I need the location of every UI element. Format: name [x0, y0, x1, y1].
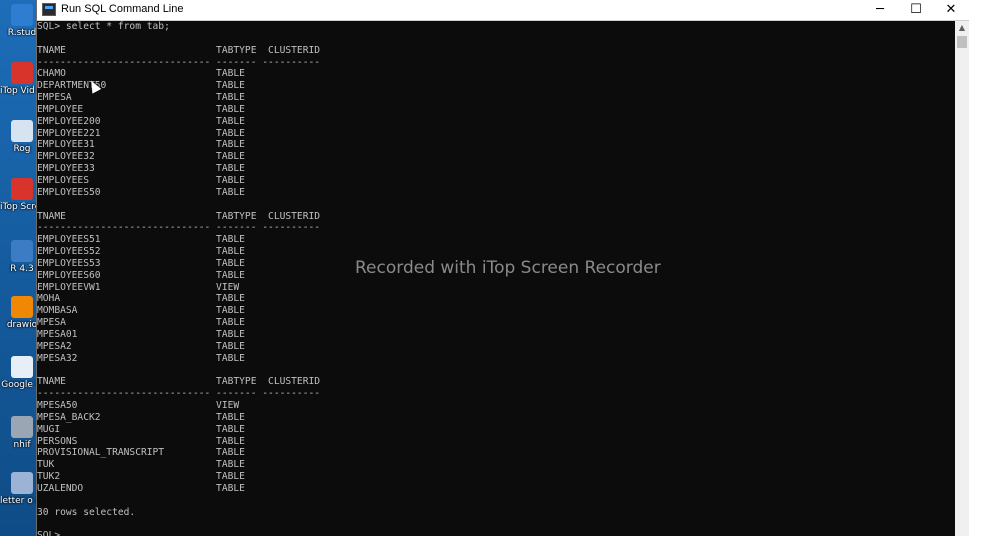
console-line: EMPESA TABLE	[37, 92, 245, 104]
drawio-icon	[11, 296, 33, 318]
console-line: MUGI TABLE	[37, 423, 245, 435]
console-line: EMPLOYEEVW1 VIEW	[37, 281, 240, 293]
scroll-thumb[interactable]	[957, 36, 967, 48]
console-line: ------------------------------ ------- -…	[37, 56, 321, 68]
console-line: EMPLOYEE TABLE	[37, 103, 245, 115]
close-button[interactable]: ✕	[934, 0, 968, 20]
itop-video-editor-icon	[11, 62, 33, 84]
file-icon	[11, 120, 33, 142]
console-line: TNAME TABTYPE CLUSTERID	[37, 376, 321, 388]
recorder-watermark: Recorded with iTop Screen Recorder	[355, 258, 661, 278]
console-line: PERSONS TABLE	[37, 435, 245, 447]
console-line: EMPLOYEE32 TABLE	[37, 151, 245, 163]
itop-screen-recorder-icon	[11, 178, 33, 200]
console-line: TNAME TABTYPE CLUSTERID	[37, 210, 321, 222]
console-line: 30 rows selected.	[37, 506, 136, 518]
console-text: SQL> select * from tab; TNAME TABTYPE CL…	[37, 21, 955, 536]
console-line: MOMBASA TABLE	[37, 305, 245, 317]
console-line: EMPLOYEES53 TABLE	[37, 257, 245, 269]
console-line: EMPLOYEE31 TABLE	[37, 139, 245, 151]
console-line: ------------------------------ ------- -…	[37, 222, 321, 234]
console-line: EMPLOYEES TABLE	[37, 174, 245, 186]
console-line: EMPLOYEES60 TABLE	[37, 269, 245, 281]
console-line: EMPLOYEE221 TABLE	[37, 127, 245, 139]
terminal-app-icon	[42, 3, 56, 16]
console-line: MPESA32 TABLE	[37, 352, 245, 364]
vertical-scrollbar[interactable]: ▲	[955, 21, 969, 536]
window-title: Run SQL Command Line	[61, 3, 184, 15]
title-bar[interactable]: Run SQL Command Line ─ ☐ ✕	[37, 0, 969, 21]
document-icon	[11, 472, 33, 494]
console-line: SQL> select * from tab;	[37, 21, 170, 32]
desktop-right-strip	[968, 0, 1000, 536]
console-line: DEPARTMENT50 TABLE	[37, 80, 245, 92]
console-line: ------------------------------ ------- -…	[37, 388, 321, 400]
folder-icon	[11, 416, 33, 438]
scroll-up-arrow-icon[interactable]: ▲	[955, 21, 969, 35]
console-line: EMPLOYEES52 TABLE	[37, 246, 245, 258]
console-line: MPESA01 TABLE	[37, 328, 245, 340]
google-drive-icon	[11, 356, 33, 378]
console-line: TNAME TABTYPE CLUSTERID	[37, 44, 321, 56]
console-line: EMPLOYEE200 TABLE	[37, 115, 245, 127]
console-output[interactable]: SQL> select * from tab; TNAME TABTYPE CL…	[37, 21, 955, 536]
console-line: TUK2 TABLE	[37, 471, 245, 483]
console-line: EMPLOYEES51 TABLE	[37, 234, 245, 246]
console-line: MPESA TABLE	[37, 317, 245, 329]
console-line: TUK TABLE	[37, 459, 245, 471]
console-line: CHAMO TABLE	[37, 68, 245, 80]
console-line: SQL>	[37, 530, 61, 536]
console-line: PROVISIONAL_TRANSCRIPT TABLE	[37, 447, 245, 459]
r-icon	[11, 240, 33, 262]
console-line: MPESA50 VIEW	[37, 400, 240, 411]
console-line: EMPLOYEES50 TABLE	[37, 186, 245, 198]
console-line: MOHA TABLE	[37, 293, 245, 305]
console-line: MPESA_BACK2 TABLE	[37, 411, 245, 423]
minimize-button[interactable]: ─	[863, 0, 897, 20]
r-studio-icon	[11, 4, 33, 26]
maximize-button[interactable]: ☐	[899, 0, 933, 20]
console-line: EMPLOYEE33 TABLE	[37, 163, 245, 175]
console-line: UZALENDO TABLE	[37, 482, 245, 494]
console-line: MPESA2 TABLE	[37, 340, 245, 352]
